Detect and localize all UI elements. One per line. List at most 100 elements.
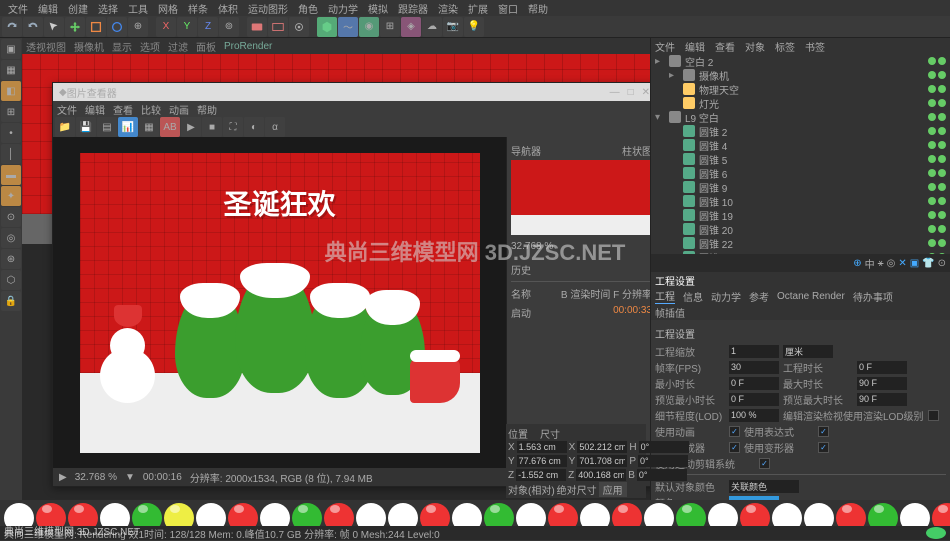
menu-item[interactable]: 扩展 — [464, 1, 492, 16]
menu-item[interactable]: 角色 — [294, 1, 322, 16]
object-row[interactable]: 圆锥 22 — [651, 236, 950, 250]
min-input[interactable] — [729, 377, 779, 390]
recent-icon[interactable]: ⊕ — [128, 17, 148, 37]
menu-item[interactable]: 运动图形 — [244, 1, 292, 16]
attr-tab[interactable]: 信息 — [683, 289, 703, 304]
navigator-thumb[interactable] — [511, 160, 650, 235]
mode-icon[interactable]: ⊕ — [853, 258, 861, 269]
pv-menu-item[interactable]: 编辑 — [85, 102, 105, 117]
maximize-icon[interactable]: □ — [628, 87, 634, 98]
om-tab[interactable]: 书签 — [805, 39, 825, 54]
menu-item[interactable]: 创建 — [64, 1, 92, 16]
attr-tab[interactable]: 工程 — [655, 288, 675, 304]
mode-icon[interactable]: ⚹ — [878, 258, 884, 269]
menu-item[interactable]: 选择 — [94, 1, 122, 16]
viewport-tab[interactable]: 过滤 — [168, 39, 188, 54]
snap2-icon[interactable]: ⊛ — [1, 249, 21, 269]
object-row[interactable]: 灯光 — [651, 96, 950, 110]
motion-check[interactable] — [759, 458, 770, 469]
edge-icon[interactable]: │ — [1, 144, 21, 164]
menu-item[interactable]: 文件 — [4, 1, 32, 16]
deformer-icon[interactable]: ◈ — [401, 17, 421, 37]
pv-nav-icon[interactable]: ▦ — [139, 117, 159, 137]
menu-item[interactable]: 渲染 — [434, 1, 462, 16]
viewport-tab[interactable]: 显示 — [112, 39, 132, 54]
light-icon[interactable]: 💡 — [464, 17, 484, 37]
mode-icon[interactable]: ◎ — [887, 258, 896, 269]
menu-item[interactable]: 编辑 — [34, 1, 62, 16]
pv-open-icon[interactable]: 📁 — [55, 117, 75, 137]
attr-tab[interactable]: 动力学 — [711, 289, 741, 304]
gen-check[interactable] — [729, 442, 740, 453]
rot-p[interactable] — [638, 455, 688, 467]
axis-icon[interactable]: ✦ — [1, 186, 21, 206]
pv-menu-item[interactable]: 帮助 — [197, 102, 217, 117]
nurbs-icon[interactable]: ◉ — [359, 17, 379, 37]
pos-y[interactable] — [517, 455, 567, 467]
max-input[interactable] — [857, 377, 907, 390]
render-view[interactable]: 圣诞狂欢 — [53, 137, 506, 468]
pv-menu-item[interactable]: 文件 — [57, 102, 77, 117]
model-icon[interactable]: ▦ — [1, 60, 21, 80]
camera-icon[interactable]: 📷 — [443, 17, 463, 37]
object-row[interactable]: 圆锥 4 — [651, 138, 950, 152]
mode-icon[interactable]: 中 — [865, 256, 875, 271]
object-row[interactable]: ▸空白 2 — [651, 54, 950, 68]
om-tab[interactable]: 查看 — [715, 39, 735, 54]
pos-x[interactable] — [517, 441, 567, 453]
pv-menu-item[interactable]: 动画 — [169, 102, 189, 117]
om-tab[interactable]: 标签 — [775, 39, 795, 54]
object-row[interactable]: 圆锥 5 — [651, 152, 950, 166]
pv-fullscreen-icon[interactable]: ⛶ — [223, 117, 243, 137]
menu-item[interactable]: 帮助 — [524, 1, 552, 16]
pos-z[interactable] — [516, 469, 566, 481]
point-icon[interactable]: • — [1, 123, 21, 143]
object-row[interactable]: 圆锥 2 — [651, 124, 950, 138]
mode-icon[interactable]: ▣ — [910, 258, 919, 269]
object-row[interactable]: 圆锥 6 — [651, 166, 950, 180]
anim-check[interactable] — [729, 426, 740, 437]
pv-menu-item[interactable]: 查看 — [113, 102, 133, 117]
rot-h[interactable] — [639, 441, 689, 453]
minimize-icon[interactable]: — — [610, 87, 620, 98]
prorender-tab[interactable]: ProRender — [224, 41, 272, 52]
undo-icon[interactable] — [2, 17, 22, 37]
pv-play-icon[interactable]: ▶ — [181, 117, 201, 137]
menu-item[interactable]: 工具 — [124, 1, 152, 16]
object-row[interactable]: 圆锥 10 — [651, 194, 950, 208]
fps-input[interactable] — [729, 361, 779, 374]
render-region-icon[interactable] — [268, 17, 288, 37]
pmin-input[interactable] — [729, 393, 779, 406]
object-manager[interactable]: ▸空白 2▸摄像机物理天空灯光▾L9 空白圆锥 2圆锥 4圆锥 5圆锥 6圆锥 … — [651, 54, 950, 254]
editable-icon[interactable]: ▣ — [1, 39, 21, 59]
object-row[interactable]: 圆锥 9 — [651, 180, 950, 194]
viewport-tab[interactable]: 选项 — [140, 39, 160, 54]
pv-stop-icon[interactable]: ■ — [202, 117, 222, 137]
mode-icon[interactable]: ⊙ — [938, 258, 946, 269]
poly-icon[interactable]: ▬ — [1, 165, 21, 185]
pv-ab-icon[interactable]: AB — [160, 117, 180, 137]
size-x[interactable] — [577, 441, 627, 453]
yaxis-icon[interactable]: Y — [177, 17, 197, 37]
menu-item[interactable]: 跟踪器 — [394, 1, 432, 16]
defcolor-input[interactable] — [729, 480, 799, 493]
render-settings-icon[interactable] — [289, 17, 309, 37]
menu-item[interactable]: 模拟 — [364, 1, 392, 16]
pv-channel-icon[interactable]: ◐ — [244, 117, 264, 137]
attr-tab[interactable]: Octane Render — [777, 291, 845, 302]
pv-alpha-icon[interactable]: α — [265, 117, 285, 137]
locked-icon[interactable]: 🔒 — [1, 291, 21, 311]
om-tab[interactable]: 文件 — [655, 39, 675, 54]
object-row[interactable]: 圆锥 20 — [651, 222, 950, 236]
lod-check[interactable] — [928, 410, 939, 421]
deform-check[interactable] — [818, 442, 829, 453]
mode-icon[interactable]: ✕ — [898, 258, 906, 269]
om-tab[interactable]: 编辑 — [685, 39, 705, 54]
mode-icon[interactable]: 👕 — [922, 258, 934, 269]
pv-save-icon[interactable]: 💾 — [76, 117, 96, 137]
rot-b[interactable] — [637, 469, 687, 481]
rotate-icon[interactable] — [107, 17, 127, 37]
object-row[interactable]: ▸摄像机 — [651, 68, 950, 82]
pv-histogram-icon[interactable]: 📊 — [118, 117, 138, 137]
tab-project[interactable]: 工程设置 — [655, 273, 695, 288]
